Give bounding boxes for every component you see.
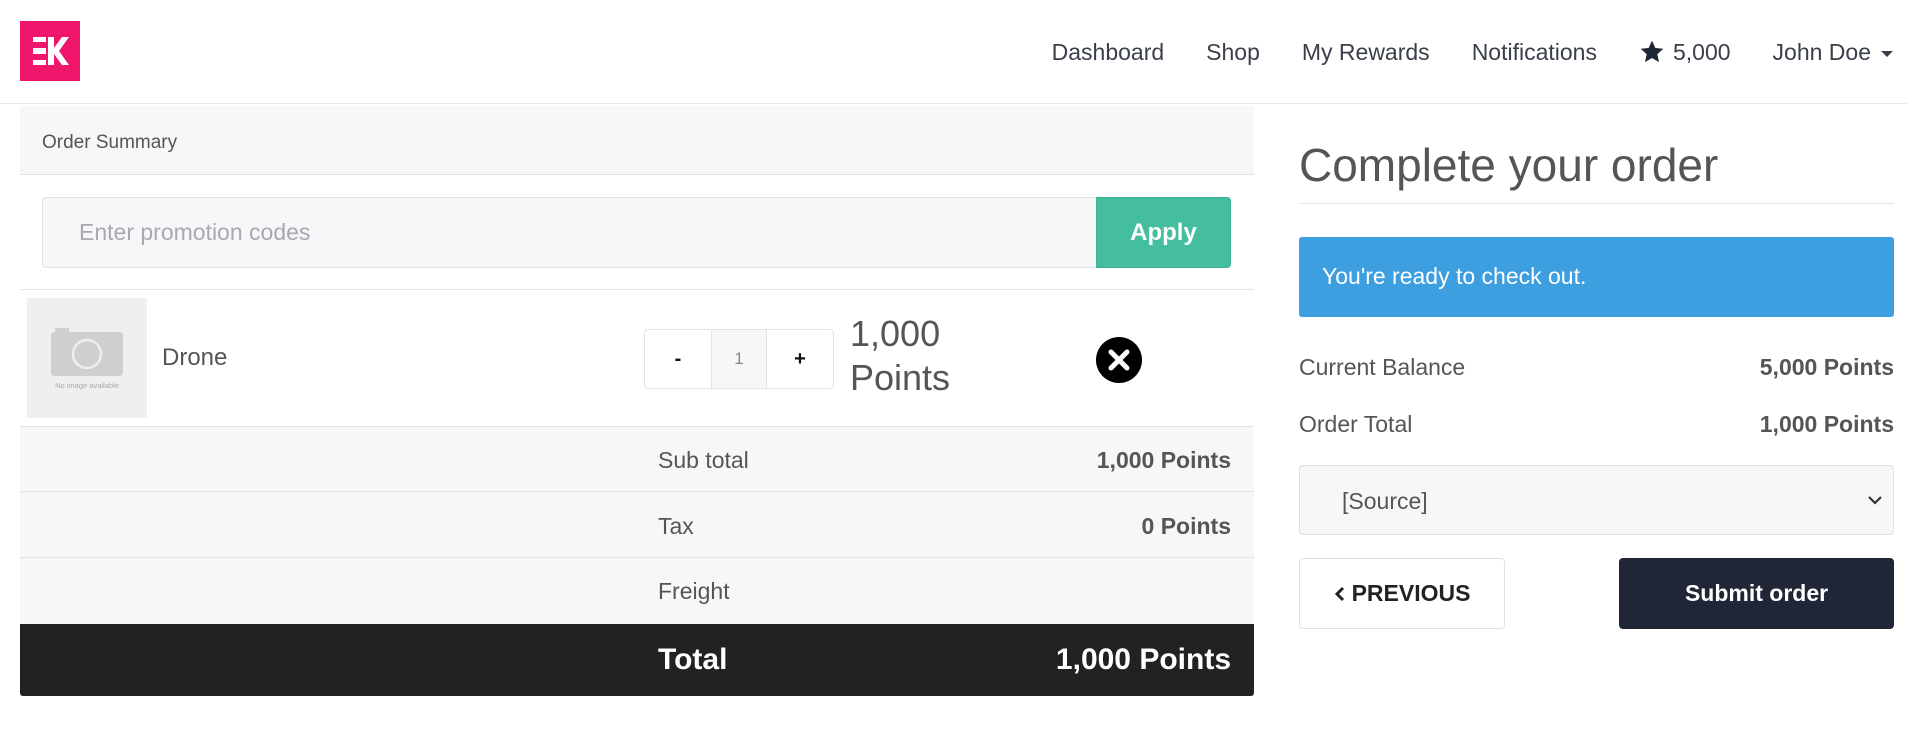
quantity-stepper: - 1 + bbox=[644, 329, 834, 389]
page-title: Complete your order bbox=[1299, 139, 1719, 191]
order-total-value: 1,000 Points bbox=[1759, 411, 1894, 437]
product-image-placeholder: No image available bbox=[27, 298, 147, 418]
star-icon bbox=[1640, 40, 1664, 63]
current-balance-value: 5,000 Points bbox=[1759, 354, 1894, 380]
user-menu[interactable]: John Doe bbox=[1773, 39, 1893, 66]
source-selected-value: [Source] bbox=[1342, 488, 1428, 514]
product-name: Drone bbox=[162, 344, 228, 371]
quantity-increase-button[interactable]: + bbox=[767, 330, 833, 388]
product-price: 1,000 Points bbox=[850, 312, 1010, 400]
total-row: Total 1,000 Points bbox=[20, 624, 1254, 696]
product-price-amount: 1,000 bbox=[850, 313, 941, 354]
main-nav: Dashboard Shop My Rewards Notifications … bbox=[1052, 0, 1907, 104]
freight-row: Freight bbox=[20, 558, 1254, 623]
divider bbox=[20, 289, 1254, 290]
logo-icon bbox=[20, 21, 80, 81]
submit-order-button[interactable]: Submit order bbox=[1619, 558, 1894, 629]
chevron-down-icon bbox=[1868, 496, 1882, 505]
order-total-label: Order Total bbox=[1299, 411, 1413, 437]
remove-item-button[interactable] bbox=[1095, 336, 1143, 384]
nav-dashboard[interactable]: Dashboard bbox=[1052, 39, 1165, 66]
brand-logo[interactable] bbox=[20, 21, 80, 81]
camera-icon: No image available bbox=[27, 298, 147, 418]
quantity-decrease-button[interactable]: - bbox=[645, 330, 711, 388]
total-value: 1,000 Points bbox=[1055, 643, 1231, 676]
caret-down-icon bbox=[1881, 50, 1893, 57]
tax-label: Tax bbox=[658, 513, 694, 539]
nav-my-rewards[interactable]: My Rewards bbox=[1302, 39, 1430, 66]
total-label: Total bbox=[658, 643, 728, 676]
nav-shop-label: Shop bbox=[1206, 38, 1260, 65]
apply-promo-button[interactable]: Apply bbox=[1096, 197, 1231, 268]
tax-value: 0 Points bbox=[1141, 513, 1231, 539]
no-image-label: No image available bbox=[55, 381, 119, 390]
nav-notifications-label: Notifications bbox=[1471, 38, 1597, 65]
nav-notifications[interactable]: Notifications bbox=[1472, 39, 1597, 66]
order-total-row: Order Total 1,000 Points bbox=[1299, 411, 1894, 441]
divider bbox=[1299, 203, 1894, 204]
current-balance-row: Current Balance 5,000 Points bbox=[1299, 354, 1894, 384]
user-name: John Doe bbox=[1772, 38, 1871, 65]
ready-alert: You're ready to check out. bbox=[1299, 237, 1894, 317]
promo-code-input[interactable] bbox=[42, 197, 1096, 268]
nav-points-balance[interactable]: 5,000 bbox=[1639, 39, 1731, 66]
order-summary-title: Order Summary bbox=[42, 132, 178, 153]
points-balance-value: 5,000 bbox=[1672, 38, 1731, 65]
previous-button[interactable]: PREVIOUS bbox=[1299, 558, 1505, 629]
previous-button-label: PREVIOUS bbox=[1351, 580, 1471, 606]
current-balance-label: Current Balance bbox=[1299, 354, 1466, 380]
chevron-left-icon bbox=[1334, 586, 1344, 601]
subtotal-value: 1,000 Points bbox=[1096, 447, 1231, 473]
freight-label: Freight bbox=[658, 578, 730, 604]
tax-row: Tax 0 Points bbox=[20, 493, 1254, 558]
product-price-unit: Points bbox=[850, 357, 951, 398]
source-select[interactable]: [Source] bbox=[1299, 465, 1894, 535]
nav-shop[interactable]: Shop bbox=[1206, 39, 1260, 66]
order-summary-panel: Order Summary Apply No image available D… bbox=[20, 106, 1254, 696]
close-circle-icon bbox=[1096, 337, 1142, 383]
subtotal-label: Sub total bbox=[658, 447, 749, 473]
nav-dashboard-label: Dashboard bbox=[1051, 38, 1165, 65]
cart-item-row: No image available Drone - 1 + 1,000 Poi… bbox=[20, 292, 1254, 426]
top-navbar: Dashboard Shop My Rewards Notifications … bbox=[0, 0, 1907, 104]
subtotal-row: Sub total 1,000 Points bbox=[20, 427, 1254, 492]
nav-my-rewards-label: My Rewards bbox=[1301, 38, 1430, 65]
quantity-value[interactable]: 1 bbox=[711, 330, 767, 388]
